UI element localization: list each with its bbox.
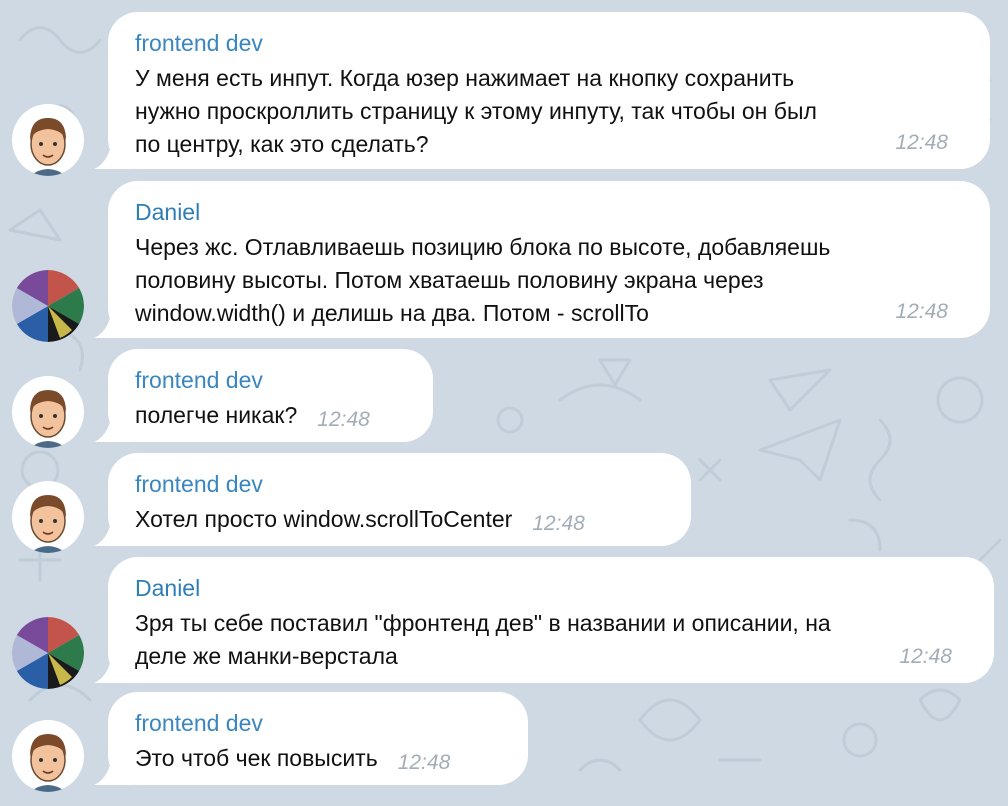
cartoon-man-avatar-icon	[12, 481, 84, 553]
color-wheel-avatar-icon	[12, 617, 84, 689]
message-line: деле же манки-верстала	[135, 643, 398, 669]
message-text: Это чтоб чек повысить 12:48	[135, 742, 502, 776]
message-sender[interactable]: Daniel	[135, 574, 968, 602]
message-time: 12:48	[397, 751, 451, 774]
message-sender[interactable]: frontend dev	[135, 470, 665, 498]
bubble-tail	[94, 518, 134, 546]
message-text: У меня есть инпут. Когда юзер нажимает н…	[135, 62, 964, 161]
message-text: Зря ты себе поставил "фронтенд дев" в на…	[135, 607, 968, 673]
message-line: Хотел просто window.scrollToCenter	[135, 506, 513, 532]
message-bubble-4[interactable]: frontend dev Хотел просто window.scrollT…	[94, 453, 691, 546]
message-time: 12:48	[899, 645, 952, 668]
bubble-tail	[94, 310, 134, 338]
message-text: Через жс. Отлавливаешь позицию блока по …	[135, 231, 964, 330]
frontend-dev-avatar[interactable]	[12, 481, 84, 553]
cartoon-man-avatar-icon	[12, 376, 84, 448]
message-time: 12:48	[895, 131, 948, 154]
bubble-tail	[94, 655, 134, 683]
message-bubble-6[interactable]: frontend dev Это чтоб чек повысить 12:48	[94, 692, 528, 785]
message-bubble-5[interactable]: Daniel Зря ты себе поставил "фронтенд де…	[94, 557, 994, 683]
daniel-avatar[interactable]	[12, 270, 84, 342]
bubble-tail	[94, 757, 134, 785]
color-wheel-avatar-icon	[12, 270, 84, 342]
daniel-avatar[interactable]	[12, 617, 84, 689]
message-text: Хотел просто window.scrollToCenter 12:48	[135, 503, 665, 537]
message-line: У меня есть инпут. Когда юзер нажимает н…	[135, 65, 795, 91]
message-text: полегче никак? 12:48	[135, 399, 407, 433]
message-bubble-3[interactable]: frontend dev полегче никак? 12:48	[94, 349, 433, 442]
frontend-dev-avatar[interactable]	[12, 104, 84, 176]
message-line: Зря ты себе поставил "фронтенд дев" в на…	[135, 610, 831, 636]
frontend-dev-avatar[interactable]	[12, 376, 84, 448]
message-sender[interactable]: frontend dev	[135, 366, 407, 394]
message-time: 12:48	[532, 512, 585, 535]
message-line: нужно проскроллить страницу к этому инпу…	[135, 98, 817, 124]
cartoon-man-avatar-icon	[12, 104, 84, 176]
message-line: window.width() и делишь на два. Потом - …	[135, 300, 649, 326]
bubble-tail	[94, 414, 134, 442]
bubble-tail	[94, 141, 134, 169]
frontend-dev-avatar[interactable]	[12, 720, 84, 792]
message-bubble-2[interactable]: Daniel Через жс. Отлавливаешь позицию бл…	[94, 181, 990, 338]
message-line: Через жс. Отлавливаешь позицию блока по …	[135, 234, 831, 260]
message-time: 12:48	[317, 408, 370, 431]
message-line: по центру, как это сделать?	[135, 131, 429, 157]
message-bubble-1[interactable]: frontend dev У меня есть инпут. Когда юз…	[94, 12, 990, 169]
message-sender[interactable]: Daniel	[135, 198, 964, 226]
message-sender[interactable]: frontend dev	[135, 709, 502, 737]
message-time: 12:48	[895, 300, 948, 323]
message-line: полегче никак?	[135, 402, 298, 428]
message-line: Это чтоб чек повысить	[135, 745, 378, 771]
cartoon-man-avatar-icon	[12, 720, 84, 792]
message-line: половину высоты. Потом хватаешь половину…	[135, 267, 764, 293]
message-sender[interactable]: frontend dev	[135, 29, 964, 57]
